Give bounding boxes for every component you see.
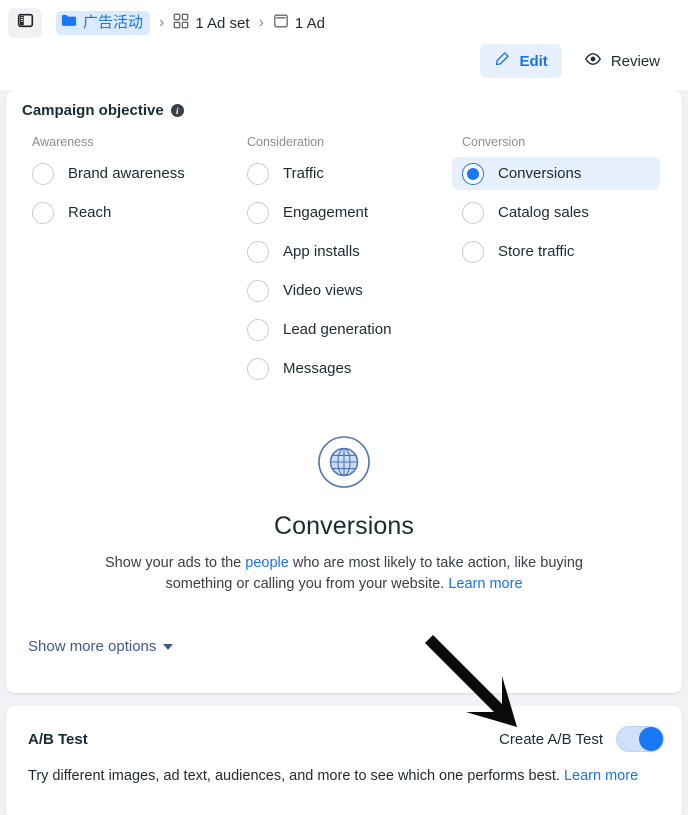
radio-option-messages[interactable]: Messages (237, 352, 445, 385)
show-more-options-button[interactable]: Show more options (28, 638, 174, 655)
option-label: Catalog sales (498, 204, 589, 221)
ab-test-toggle-group: Create A/B Test (499, 726, 664, 752)
action-bar: Edit Review (480, 44, 674, 78)
campaign-objective-card: Campaign objective i Awareness Brand awa… (6, 90, 682, 693)
chevron-down-icon (163, 643, 174, 650)
app-root: 广告活动 › 1 Ad set › 1 Ad Edit Review Campa… (0, 0, 688, 815)
column-heading: Conversion (462, 135, 526, 149)
ab-desc-text: Try different images, ad text, audiences… (28, 768, 564, 784)
campaign-objective-body: Campaign objective i Awareness Brand awa… (6, 90, 682, 594)
radio-icon (247, 318, 269, 341)
option-label: Video views (283, 282, 363, 299)
radio-option-brand-awareness[interactable]: Brand awareness (22, 157, 230, 190)
page-title: Campaign objective i (22, 102, 666, 119)
campaign-objective-title: Campaign objective (22, 102, 164, 119)
radio-option-conversions[interactable]: Conversions (452, 157, 660, 190)
breadcrumb-separator: › (159, 14, 165, 31)
sidebar-toggle-button[interactable] (8, 8, 42, 38)
radio-option-catalog-sales[interactable]: Catalog sales (452, 196, 660, 229)
ab-test-toggle-label: Create A/B Test (499, 730, 603, 748)
objective-column-consideration: Consideration Traffic Engagement App ins… (237, 135, 452, 391)
column-heading: Consideration (247, 135, 325, 149)
sidebar-panel-icon (17, 12, 34, 34)
radio-option-engagement[interactable]: Engagement (237, 196, 445, 229)
radio-icon (32, 201, 54, 224)
radio-icon (247, 357, 269, 380)
objective-hero: Conversions Show your ads to the people … (22, 431, 666, 594)
folder-icon (61, 13, 77, 32)
ab-test-card: A/B Test Create A/B Test Try different i… (6, 706, 682, 815)
learn-more-link[interactable]: Learn more (448, 576, 522, 592)
objective-column-conversion: Conversion Conversions Catalog sales Sto… (452, 135, 667, 391)
radio-option-lead-generation[interactable]: Lead generation (237, 313, 445, 346)
ad-frame-icon (273, 13, 289, 33)
info-icon[interactable]: i (170, 104, 184, 117)
hero-desc-part1: Show your ads to the (105, 555, 246, 571)
radio-option-store-traffic[interactable]: Store traffic (452, 235, 660, 268)
option-label: Store traffic (498, 243, 575, 260)
ab-learn-more-link[interactable]: Learn more (564, 768, 638, 784)
option-label: Reach (68, 204, 112, 221)
radio-icon (247, 201, 269, 224)
grid-icon (173, 13, 189, 33)
breadcrumb-item-adset[interactable]: 1 Ad set (173, 13, 250, 33)
radio-icon (247, 240, 269, 263)
radio-icon (462, 201, 484, 224)
radio-icon (32, 162, 54, 185)
objective-column-awareness: Awareness Brand awareness Reach (22, 135, 237, 391)
option-label: Traffic (283, 165, 324, 182)
top-bar: 广告活动 › 1 Ad set › 1 Ad Edit Review (0, 0, 688, 90)
breadcrumb-item-campaign[interactable]: 广告活动 (56, 11, 151, 35)
create-ab-test-toggle[interactable] (616, 726, 664, 752)
radio-option-app-installs[interactable]: App installs (237, 235, 445, 268)
breadcrumb-label: 广告活动 (83, 14, 144, 31)
option-label: Brand awareness (68, 165, 185, 182)
people-link[interactable]: people (245, 555, 289, 571)
review-button[interactable]: Review (570, 44, 674, 78)
radio-icon-selected (462, 162, 484, 185)
radio-icon (462, 240, 484, 263)
option-label: Lead generation (283, 321, 392, 338)
pencil-icon (494, 51, 510, 71)
ab-test-header-row: A/B Test Create A/B Test (6, 706, 682, 752)
show-more-label: Show more options (28, 638, 157, 655)
radio-option-video-views[interactable]: Video views (237, 274, 445, 307)
radio-option-traffic[interactable]: Traffic (237, 157, 445, 190)
breadcrumb-item-ad[interactable]: 1 Ad (273, 13, 325, 33)
option-label: App installs (283, 243, 360, 260)
breadcrumb-label: 1 Ad set (195, 14, 250, 32)
hero-title: Conversions (273, 512, 415, 540)
breadcrumb-label: 1 Ad (294, 14, 325, 32)
breadcrumb: 广告活动 › 1 Ad set › 1 Ad (0, 0, 688, 38)
ab-test-description: Try different images, ad text, audiences… (6, 752, 682, 787)
edit-button[interactable]: Edit (480, 44, 562, 78)
hero-description: Show your ads to the people who are most… (105, 553, 583, 594)
review-label: Review (610, 52, 660, 70)
eye-icon (584, 51, 602, 71)
ab-test-title: A/B Test (28, 730, 88, 748)
option-label: Messages (283, 360, 352, 377)
objective-columns: Awareness Brand awareness Reach Consider… (22, 135, 666, 391)
column-heading: Awareness (32, 135, 94, 149)
edit-label: Edit (519, 52, 548, 70)
radio-icon (247, 162, 269, 185)
globe-icon (313, 436, 375, 497)
toggle-knob (639, 727, 663, 751)
option-label: Conversions (498, 165, 582, 182)
radio-option-reach[interactable]: Reach (22, 196, 230, 229)
breadcrumb-separator: › (258, 14, 264, 31)
option-label: Engagement (283, 204, 369, 221)
radio-icon (247, 279, 269, 302)
